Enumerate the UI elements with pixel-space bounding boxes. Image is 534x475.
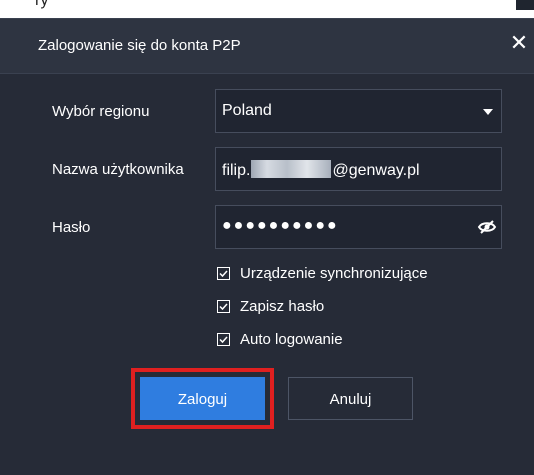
password-masked-value: ●●●●●●●●●● bbox=[222, 217, 339, 234]
username-suffix: @genway.pl bbox=[332, 162, 420, 179]
region-select[interactable]: Poland bbox=[215, 89, 502, 133]
chevron-down-icon bbox=[483, 109, 493, 115]
checkbox-row-sync-device[interactable]: Urządzenie synchronizujące bbox=[217, 262, 428, 284]
username-label: Nazwa użytkownika bbox=[52, 161, 184, 178]
save-password-label: Zapisz hasło bbox=[240, 297, 325, 315]
dialog-title: Zalogowanie się do konta P2P bbox=[38, 37, 241, 54]
username-redaction bbox=[251, 160, 332, 178]
highlight-annotation bbox=[131, 368, 274, 429]
username-field[interactable]: filip. @genway.pl bbox=[215, 147, 502, 191]
background-text-fragment: ry bbox=[35, 0, 49, 9]
dialog-titlebar: Zalogowanie się do konta P2P ✕ bbox=[0, 19, 534, 74]
close-icon[interactable]: ✕ bbox=[508, 31, 530, 57]
eye-slash-icon[interactable] bbox=[477, 217, 497, 237]
password-label: Hasło bbox=[52, 219, 91, 236]
username-value: filip. @genway.pl bbox=[222, 160, 420, 180]
region-select-value: Poland bbox=[222, 102, 272, 119]
p2p-login-dialog: Zalogowanie się do konta P2P ✕ Wybór reg… bbox=[0, 18, 534, 475]
save-password-checkbox[interactable] bbox=[217, 299, 230, 313]
region-label: Wybór regionu bbox=[52, 103, 150, 120]
checkbox-row-save-password[interactable]: Zapisz hasło bbox=[217, 295, 324, 317]
sync-device-checkbox[interactable] bbox=[217, 266, 230, 280]
password-field[interactable]: ●●●●●●●●●● bbox=[215, 205, 502, 249]
background-window-fragment: ry bbox=[0, 0, 534, 18]
background-dark-edge bbox=[516, 0, 534, 10]
auto-login-checkbox[interactable] bbox=[217, 332, 230, 346]
auto-login-label: Auto logowanie bbox=[240, 330, 343, 348]
checkbox-row-auto-login[interactable]: Auto logowanie bbox=[217, 328, 343, 350]
sync-device-label: Urządzenie synchronizujące bbox=[240, 264, 428, 282]
username-prefix: filip. bbox=[222, 162, 251, 179]
cancel-button[interactable]: Anuluj bbox=[288, 377, 413, 420]
